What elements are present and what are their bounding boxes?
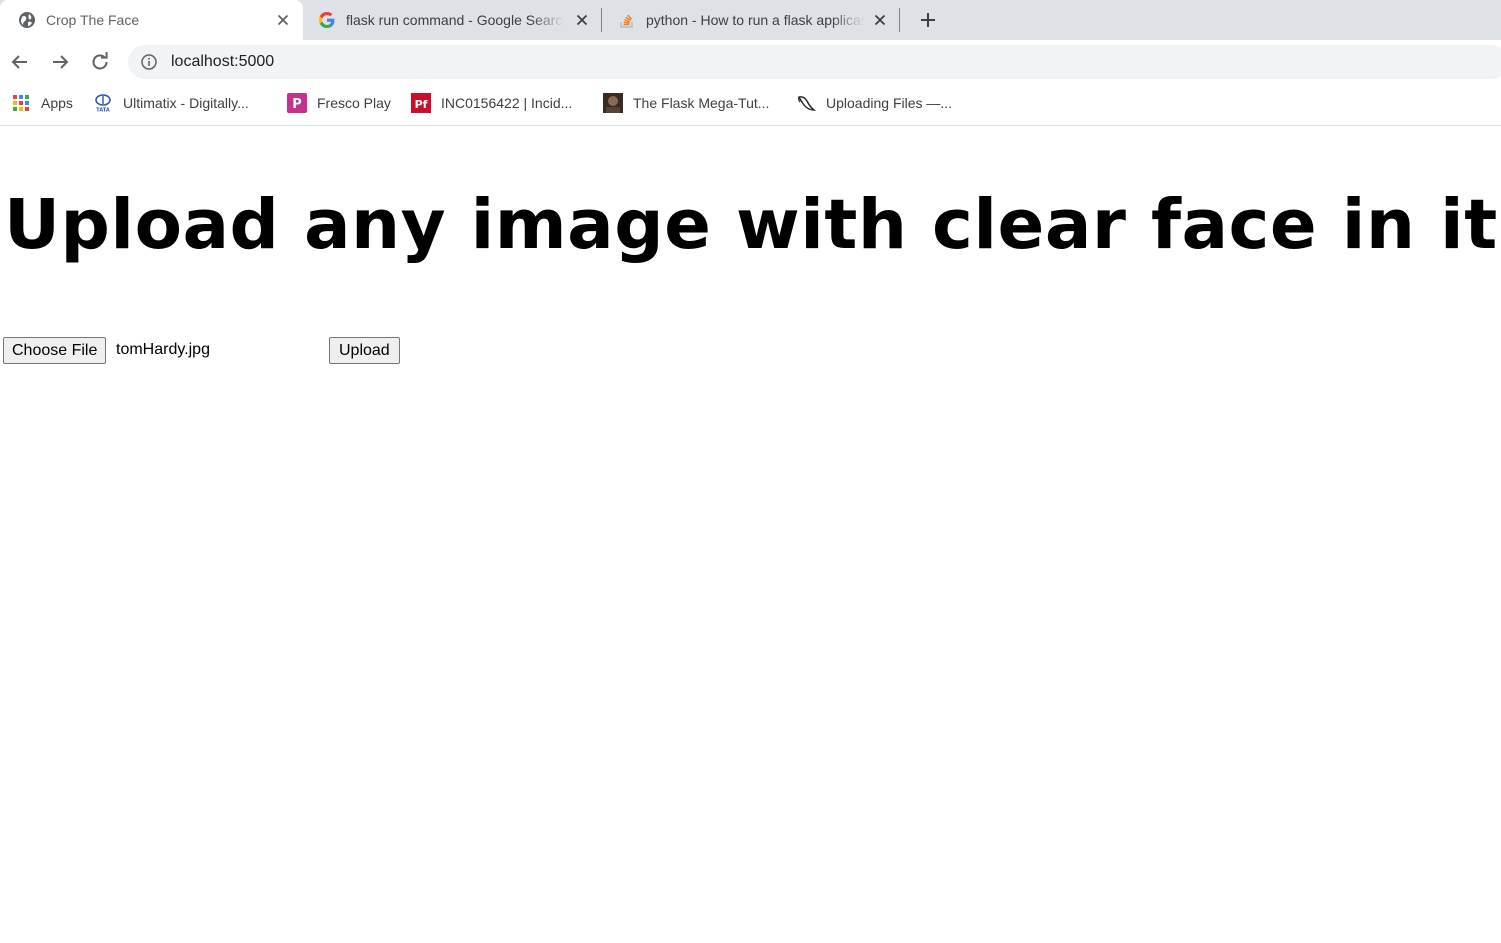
url-text[interactable]: localhost:5000 (171, 53, 274, 71)
bookmark-label: Fresco Play (317, 95, 391, 111)
tab-separator (899, 8, 900, 32)
bookmark-fresco-play[interactable]: P Fresco Play (287, 84, 391, 122)
bookmark-label: Ultimatix - Digitally... (123, 95, 249, 111)
tab-flask-run-command[interactable]: flask run command - Google Search (300, 0, 601, 40)
pf-icon: Pf (411, 93, 431, 113)
bookmark-label: The Flask Mega-Tut... (633, 95, 770, 111)
svg-text:Pf: Pf (415, 98, 428, 111)
bookmark-flask-mega-tutorial[interactable]: The Flask Mega-Tut... (603, 84, 769, 122)
fresco-icon: P (287, 93, 307, 113)
avatar-icon (603, 93, 623, 113)
apps-grid-icon (11, 93, 31, 113)
choose-file-button[interactable]: Choose File (3, 337, 107, 364)
info-icon[interactable] (141, 54, 157, 70)
forward-arrow-icon[interactable] (48, 50, 72, 74)
google-icon (319, 12, 335, 28)
bookmark-uploading-files[interactable]: Uploading Files —... (796, 84, 952, 122)
close-icon[interactable] (275, 12, 291, 28)
tab-title: flask run command - Google Search (346, 12, 564, 28)
plus-icon[interactable] (916, 8, 940, 32)
tab-title: python - How to run a flask application (646, 12, 864, 28)
svg-text:P: P (292, 97, 302, 112)
close-icon[interactable] (872, 12, 888, 28)
bookmark-incident[interactable]: Pf INC0156422 | Incid... (411, 84, 572, 122)
bookmark-label: Apps (41, 95, 73, 111)
upload-button[interactable]: Upload (329, 337, 400, 364)
tab-strip: Crop The Face flask run command - Google… (0, 0, 1501, 40)
selected-file-name: tomHardy.jpg (116, 341, 210, 358)
address-bar[interactable]: localhost:5000 (128, 45, 1501, 79)
page-heading: Upload any image with clear face in it. (4, 185, 1501, 265)
bookmark-label: INC0156422 | Incid... (441, 95, 573, 111)
globe-icon (19, 12, 35, 28)
svg-text:TATA: TATA (96, 108, 110, 114)
browser-toolbar: localhost:5000 (0, 40, 1501, 84)
tab-title: Crop The Face (46, 12, 140, 28)
flask-horn-icon (796, 93, 816, 113)
stackoverflow-icon (620, 14, 633, 28)
tab-crop-the-face[interactable]: Crop The Face (0, 0, 303, 40)
bookmark-ultimatix[interactable]: TATA Ultimatix - Digitally... (93, 84, 249, 122)
tab-python-flask-app[interactable]: python - How to run a flask application (600, 0, 899, 40)
tata-icon: TATA (93, 93, 113, 113)
bookmark-label: Uploading Files —... (826, 95, 953, 111)
bookmark-apps[interactable]: Apps (11, 84, 73, 122)
bookmarks-bar: Apps TATA Ultimatix - Digitally... P Fre… (0, 84, 1501, 126)
close-icon[interactable] (574, 12, 590, 28)
reload-icon[interactable] (88, 50, 112, 74)
back-arrow-icon[interactable] (8, 50, 32, 74)
page-content: Upload any image with clear face in it. … (0, 127, 1501, 943)
